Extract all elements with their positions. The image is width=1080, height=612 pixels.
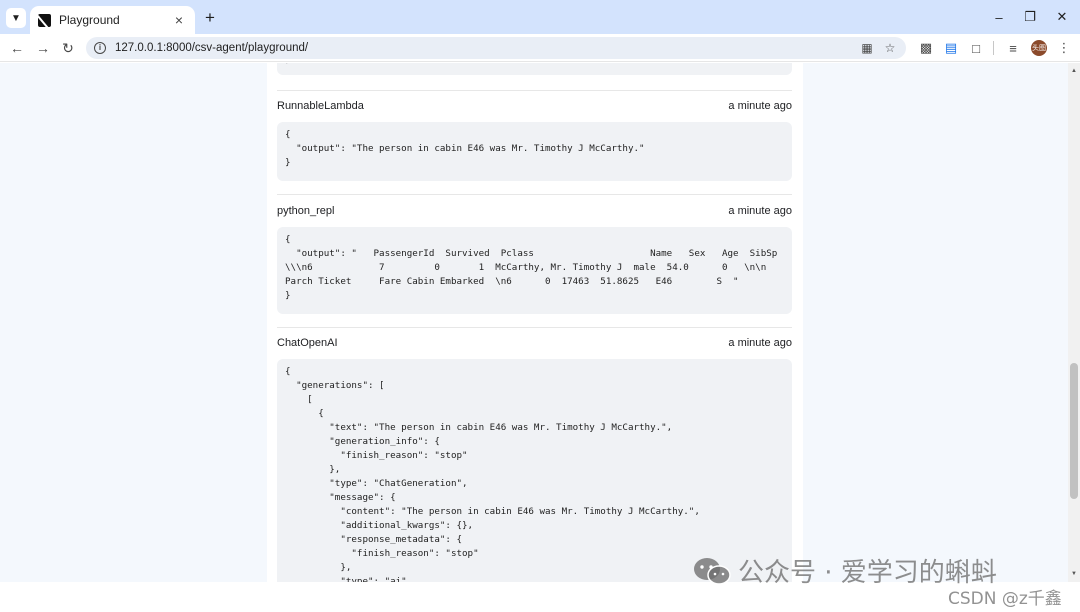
watermark-credit: CSDN @z千鑫 (948, 589, 1062, 609)
minimize-button[interactable]: – (984, 6, 1014, 28)
reading-list-icon[interactable]: ▤ (942, 38, 960, 58)
avatar[interactable]: 头图 (1031, 40, 1047, 56)
address-bar[interactable]: i 127.0.0.1:8000/csv-agent/playground/ ▦… (86, 37, 906, 59)
run-timestamp: a minute ago (728, 337, 792, 349)
run-name: RunnableLambda (277, 100, 364, 112)
restore-button[interactable]: ❐ (1015, 6, 1045, 28)
back-icon[interactable]: ← (7, 38, 27, 58)
run-output-code: { "output": " PassengerId Survived Pclas… (277, 227, 792, 314)
extension-puzzle-icon[interactable]: ▩ (917, 38, 935, 58)
toolbar-divider (993, 41, 994, 55)
media-control-icon[interactable]: ≡ (1004, 38, 1022, 58)
run-output-code: { "generations": [ [ { "text": "The pers… (277, 359, 792, 582)
run-header: ChatOpenAI a minute ago (277, 333, 792, 353)
wechat-logo-icon (694, 557, 731, 585)
forward-icon[interactable]: → (33, 38, 53, 58)
run-header: RunnableLambda a minute ago (277, 96, 792, 116)
tab-title: Playground (59, 13, 120, 27)
scroll-up-arrow-icon[interactable]: ▲ (1068, 65, 1080, 77)
close-window-button[interactable]: ✕ (1047, 6, 1077, 28)
url-text[interactable]: 127.0.0.1:8000/csv-agent/playground/ (115, 42, 308, 54)
page-scrollbar[interactable]: ▲ ▼ (1068, 63, 1080, 582)
run-divider (277, 194, 792, 195)
run-header: python_repl a minute ago (277, 201, 792, 221)
scroll-down-arrow-icon[interactable]: ▼ (1068, 568, 1080, 580)
menu-kebab-icon[interactable]: ⋮ (1055, 38, 1073, 58)
tab-playground[interactable]: Playground × (30, 6, 195, 34)
new-tab-button[interactable]: + (200, 8, 220, 28)
run-divider (277, 90, 792, 91)
page-viewport: } RunnableLambda a minute ago { "output"… (0, 63, 1068, 582)
reload-icon[interactable]: ↻ (58, 38, 78, 58)
tab-search-icon[interactable]: ▼ (6, 8, 26, 28)
run-name: python_repl (277, 205, 335, 217)
site-info-icon[interactable]: i (94, 42, 106, 54)
run-name: ChatOpenAI (277, 337, 338, 349)
run-timestamp: a minute ago (728, 205, 792, 217)
translate-icon[interactable]: ▦ (860, 41, 874, 55)
favicon-icon (38, 13, 51, 27)
previous-run-code: } (277, 63, 792, 75)
tab-strip: ▼ Playground × + – ❐ ✕ (0, 0, 1080, 34)
extensions-icon[interactable]: □ (967, 38, 985, 58)
playground-content-column: } RunnableLambda a minute ago { "output"… (267, 63, 803, 582)
bookmark-star-icon[interactable]: ☆ (883, 41, 897, 55)
run-timestamp: a minute ago (728, 100, 792, 112)
run-divider (277, 327, 792, 328)
run-output-code: { "output": "The person in cabin E46 was… (277, 122, 792, 181)
scroll-thumb[interactable] (1070, 363, 1078, 499)
tab-close-button[interactable]: × (171, 12, 187, 28)
run-card-runnablelambda: RunnableLambda a minute ago { "output": … (277, 96, 792, 181)
run-card-chatopenai: ChatOpenAI a minute ago { "generations":… (277, 333, 792, 582)
run-card-python-repl: python_repl a minute ago { "output": " P… (277, 201, 792, 314)
